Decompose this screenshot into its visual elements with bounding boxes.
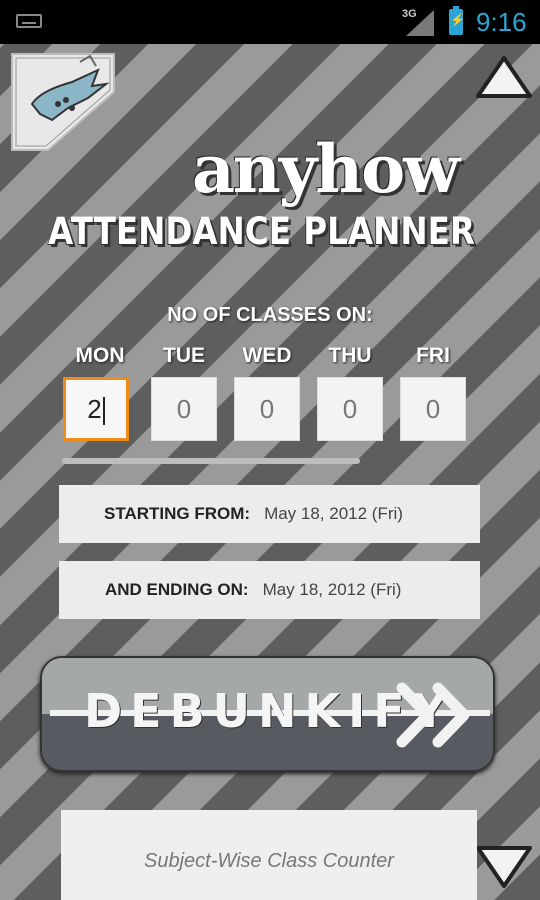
- day-label-wed: WED: [242, 344, 292, 367]
- keyboard-icon: [16, 14, 42, 28]
- app-title: ATTENDANCE PLANNER: [48, 210, 475, 253]
- battery-charging-icon: [449, 6, 465, 35]
- thu-classes-input[interactable]: 0: [317, 377, 383, 441]
- end-date-label: AND ENDING ON:: [105, 580, 249, 599]
- app-title-script: anyhow: [192, 130, 460, 208]
- debunkify-button[interactable]: DEBUNKIFY: [40, 656, 495, 772]
- horizontal-scrollbar[interactable]: [62, 458, 360, 464]
- end-date-row[interactable]: AND ENDING ON: May 18, 2012 (Fri): [59, 561, 480, 619]
- tue-classes-input[interactable]: 0: [151, 377, 217, 441]
- end-date-value[interactable]: May 18, 2012 (Fri): [263, 580, 402, 600]
- bat-logo-icon[interactable]: [10, 52, 118, 152]
- start-date-label: STARTING FROM:: [104, 504, 251, 523]
- day-label-fri: FRI: [416, 344, 450, 367]
- day-label-thu: THU: [328, 344, 372, 367]
- start-date-row[interactable]: STARTING FROM: May 18, 2012 (Fri): [59, 485, 480, 543]
- start-date-value[interactable]: May 18, 2012 (Fri): [264, 504, 403, 524]
- status-clock: 9:16: [476, 7, 527, 37]
- scroll-down-button[interactable]: [474, 842, 534, 892]
- subject-counter-label: Subject-Wise Class Counter: [144, 850, 394, 872]
- day-label-mon: MON: [75, 344, 125, 367]
- wed-classes-input[interactable]: 0: [234, 377, 300, 441]
- double-arrow-icon: [396, 682, 470, 748]
- subject-counter-panel[interactable]: Subject-Wise Class Counter: [61, 810, 477, 900]
- title-word-1: ATTENDANCE: [48, 210, 291, 253]
- mon-classes-input[interactable]: 2: [63, 377, 129, 441]
- fri-classes-input[interactable]: 0: [400, 377, 466, 441]
- scroll-up-button[interactable]: [474, 54, 534, 102]
- network-type: 3G: [402, 8, 417, 20]
- classes-label: NO OF CLASSES ON:: [167, 304, 373, 326]
- status-bar: 3G 9:16: [0, 0, 540, 44]
- title-word-2: PLANNER: [303, 210, 475, 253]
- day-label-tue: TUE: [163, 344, 205, 367]
